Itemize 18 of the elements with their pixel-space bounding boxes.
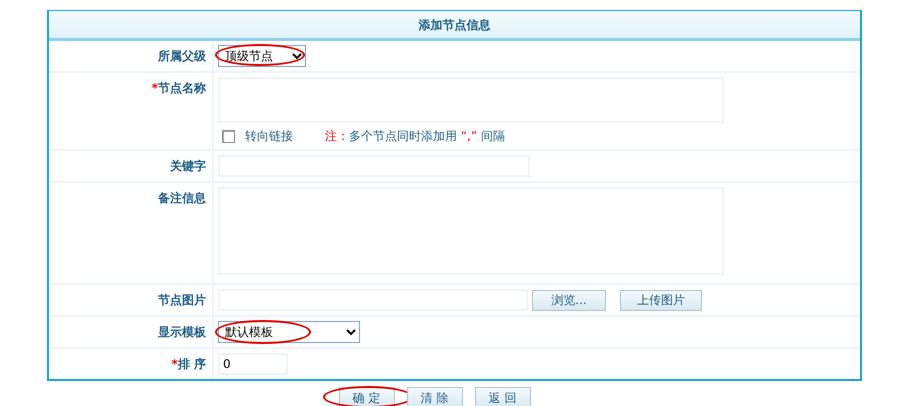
field-label: *排 序 [49,349,214,379]
checkbox-label: 转向链接 [245,128,293,145]
field-label: 关键字 [49,151,214,181]
field-label: 显示模板 [49,317,214,347]
field-label: 节点图片 [49,285,214,315]
file-button[interactable]: 浏览... [532,290,606,310]
file-button[interactable]: 上传图片 [620,290,702,310]
form-title: 添加节点信息 [49,11,860,41]
form-button[interactable]: 确 定 [338,387,394,406]
field-label: 所属父级 [49,41,214,71]
form-button[interactable]: 清 除 [406,387,462,406]
note-text: 注：多个节点同时添加用 “,” 间隔 [325,128,505,145]
dropdown-select[interactable]: 默认模板 [218,321,360,343]
checkbox[interactable] [222,130,235,142]
field-label: 备注信息 [49,183,214,283]
form-button[interactable]: 返 回 [474,387,530,406]
field-label: *节点名称 [49,73,214,149]
text-input[interactable]: 0 [218,353,288,375]
